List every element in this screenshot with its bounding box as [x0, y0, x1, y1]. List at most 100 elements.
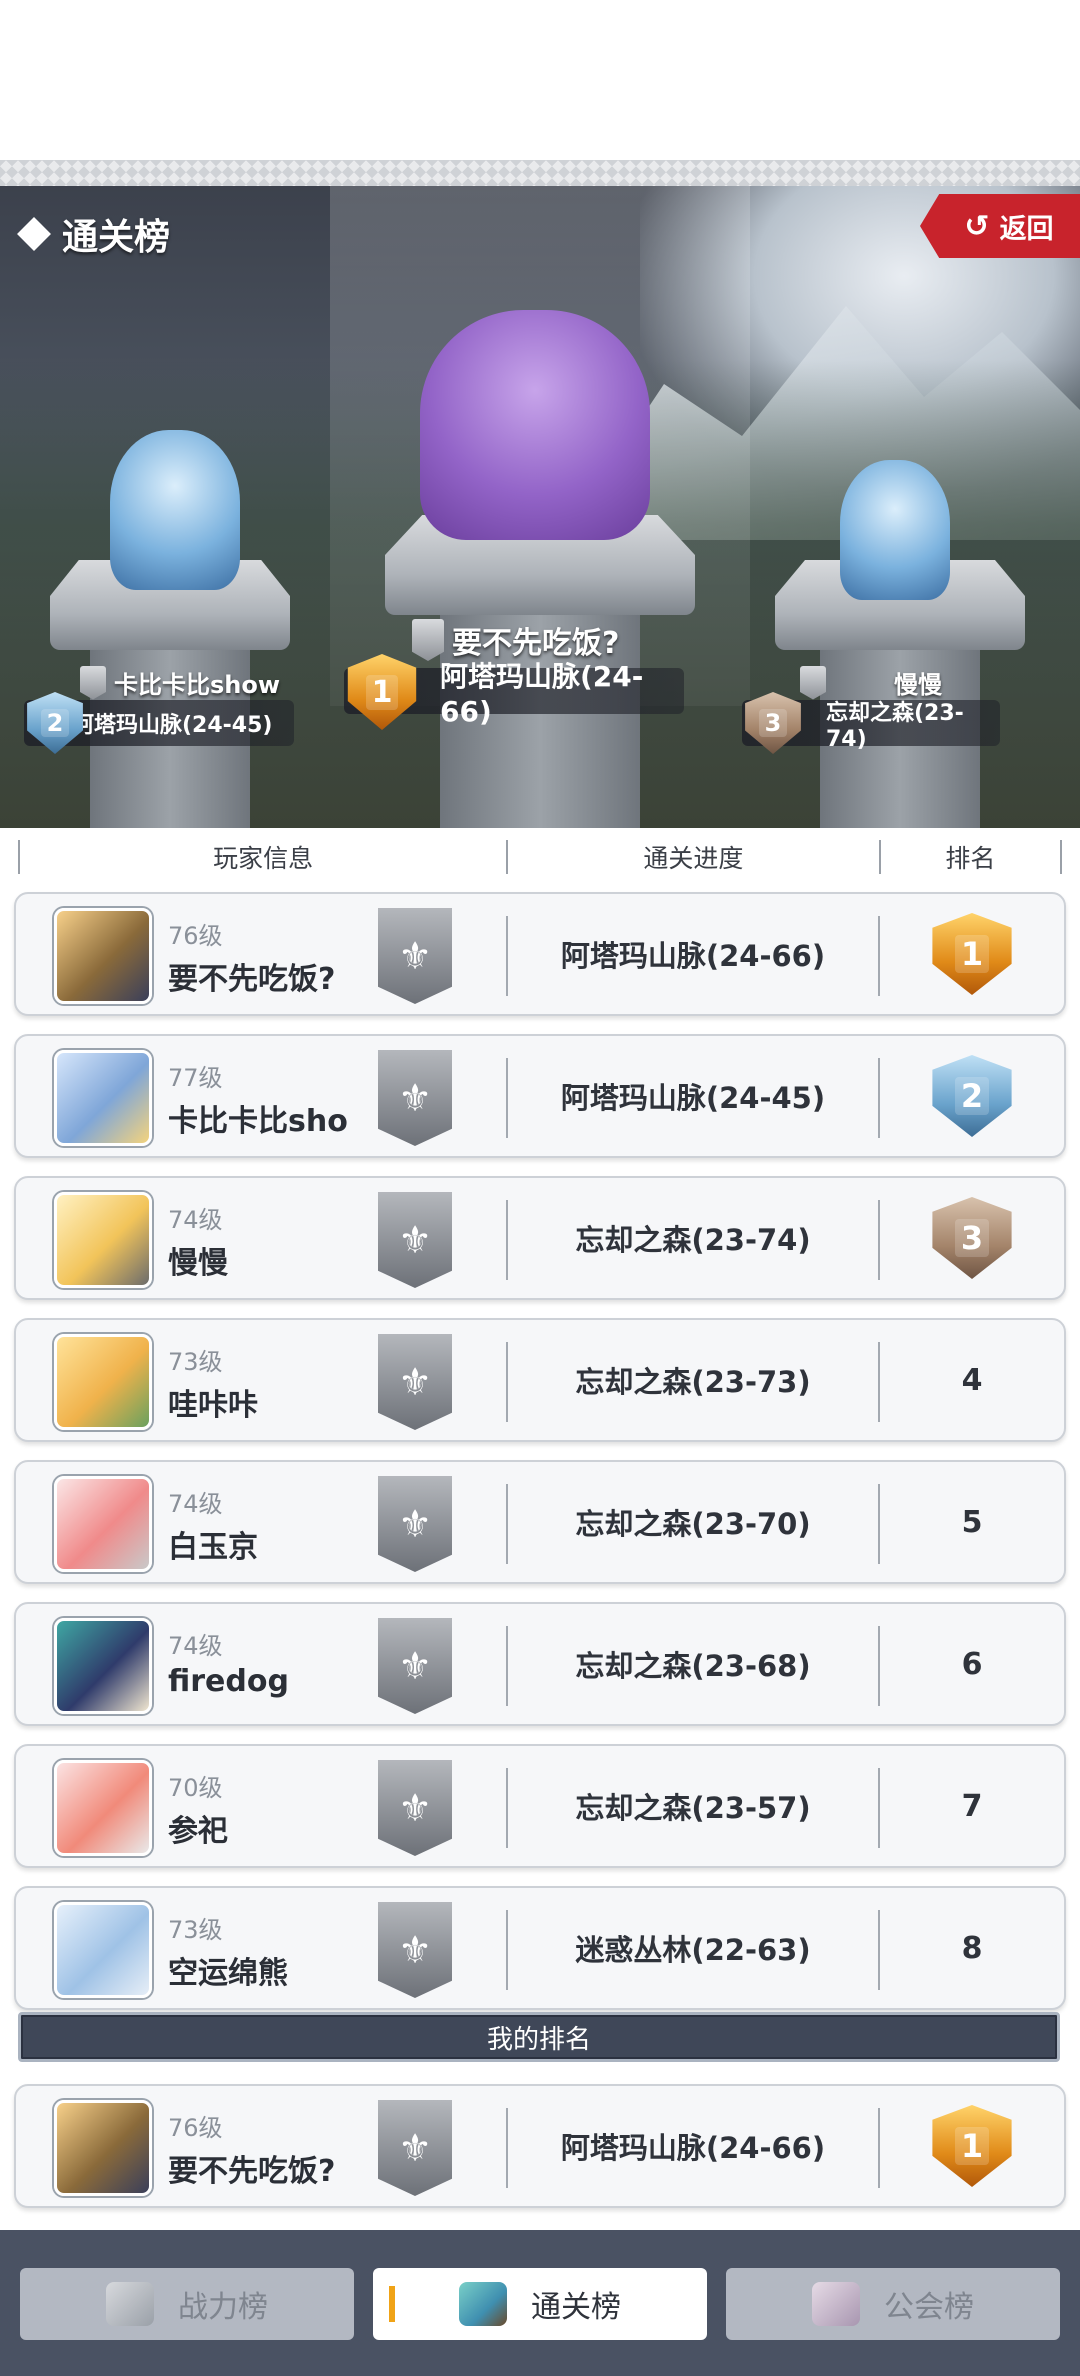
bronze-rank-badge-icon: 3 [932, 1197, 1012, 1279]
clear-progress: 阿塔玛山脉(24-66) [560, 939, 826, 973]
table-row[interactable]: 70级 参祀 ⚜ 忘却之森(23-57) 7 [14, 1744, 1066, 1868]
clear-progress: 阿塔玛山脉(24-45) [560, 1081, 826, 1115]
player-name: 要不先吃饭? [168, 2154, 336, 2189]
first-place-progress: 1 阿塔玛山脉(24-66) [344, 654, 684, 730]
guild-banner-icon: ⚜ [378, 1618, 452, 1714]
guild-banner-icon: ⚜ [378, 2100, 452, 2196]
bottom-tab-bar: 战力榜 通关榜 公会榜 [0, 2230, 1080, 2376]
tab-label: 公会榜 [884, 2290, 974, 2325]
guild-banner-icon: ⚜ [378, 1334, 452, 1430]
clear-progress: 忘却之森(23-68) [575, 1649, 811, 1683]
hero-banner: 通关榜 ↺ 返回 卡比卡比show 2 阿塔玛山脉(24-45) 要不先吃饭? … [0, 160, 1080, 828]
player-level: 76级 [168, 922, 223, 950]
table-row[interactable]: 74级 firedog ⚜ 忘却之森(23-68) 6 [14, 1602, 1066, 1726]
rank-number: 7 [961, 1788, 983, 1824]
rank-number: 8 [961, 1930, 983, 1966]
active-tab-indicator [389, 2286, 395, 2322]
table-row[interactable]: 76级 要不先吃饭? ⚜ 阿塔玛山脉(24-66) 1 [14, 892, 1066, 1016]
page-title: 通关榜 [17, 208, 171, 260]
third-place-character[interactable] [840, 460, 950, 600]
tab-label: 战力榜 [178, 2290, 268, 2325]
avatar[interactable] [54, 1902, 152, 1998]
page-title-text: 通关榜 [62, 217, 171, 258]
player-name: 白玉京 [168, 1530, 258, 1565]
table-row[interactable]: 73级 空运绵熊 ⚜ 迷惑丛林(22-63) 8 [14, 1886, 1066, 2010]
first-place-character[interactable] [420, 310, 650, 540]
player-name: 空运绵熊 [168, 1956, 288, 1991]
avatar[interactable] [54, 1476, 152, 1572]
player-name: 参祀 [168, 1814, 228, 1849]
player-level: 70级 [168, 1774, 223, 1802]
header-rank: 排名 [945, 844, 996, 873]
second-place-progress: 2 阿塔玛山脉(24-45) [24, 692, 294, 754]
guild-banner-icon: ⚜ [378, 1760, 452, 1856]
avatar[interactable] [54, 1760, 152, 1856]
rank-number: 6 [961, 1646, 983, 1682]
table-header: 玩家信息 通关进度 排名 [18, 836, 1063, 878]
avatar[interactable] [54, 1192, 152, 1288]
back-button[interactable]: ↺ 返回 [920, 194, 1080, 258]
player-level: 74级 [168, 1206, 223, 1234]
clear-progress: 忘却之森(23-57) [575, 1791, 811, 1825]
back-button-label: 返回 [999, 213, 1054, 245]
guild-banner-icon: ⚜ [378, 908, 452, 1004]
guild-banner-icon [80, 665, 106, 700]
guild-banner-icon: ⚜ [378, 1902, 452, 1998]
tab-label: 通关榜 [531, 2290, 621, 2325]
guild-banner-icon [800, 665, 826, 700]
player-name: 要不先吃饭? [168, 962, 336, 997]
avatar[interactable] [54, 1050, 152, 1146]
tab-power-ranking[interactable]: 战力榜 [20, 2268, 354, 2340]
island-icon [459, 2282, 507, 2326]
clear-progress: 阿塔玛山脉(24-66) [560, 2131, 826, 2165]
avatar[interactable] [54, 2100, 152, 2196]
rank-number: 5 [961, 1504, 983, 1540]
rank-cell: 3 [880, 1178, 1064, 1298]
my-rank-header: 我的排名 [18, 2012, 1060, 2062]
rank-cell: 2 [880, 1036, 1064, 1156]
guild-banner-icon: ⚜ [378, 1476, 452, 1572]
rank-cell: 1 [880, 894, 1064, 1014]
player-level: 73级 [168, 1348, 223, 1376]
second-place-progress-text: 阿塔玛山脉(24-45) [72, 713, 273, 738]
second-place-name: 卡比卡比show [80, 665, 280, 700]
back-arrow-icon: ↺ [964, 208, 990, 244]
clear-progress: 忘却之森(23-73) [575, 1365, 811, 1399]
rank-cell: 1 [880, 2086, 1064, 2206]
header-player-info: 玩家信息 [213, 844, 314, 873]
second-place-character[interactable] [110, 430, 240, 590]
clear-progress: 忘却之森(23-74) [575, 1223, 811, 1257]
gold-rank-badge-icon: 1 [932, 913, 1012, 995]
tab-clear-ranking[interactable]: 通关榜 [373, 2268, 707, 2340]
guild-banner-icon: ⚜ [378, 1192, 452, 1288]
third-place-progress-text: 忘却之森(23-74) [826, 700, 964, 752]
header-divider [1060, 840, 1063, 874]
first-place-progress-text: 阿塔玛山脉(24-66) [440, 659, 644, 728]
avatar[interactable] [54, 1334, 152, 1430]
banner-top-pattern [0, 160, 1080, 186]
player-level: 76级 [168, 2114, 223, 2142]
guild-banner-icon: ⚜ [378, 1050, 452, 1146]
gold-rank-badge-icon: 1 [932, 2105, 1012, 2187]
diamond-icon [17, 217, 51, 251]
clear-progress: 迷惑丛林(22-63) [575, 1933, 811, 1967]
second-place-name-text: 卡比卡比show [114, 671, 281, 699]
table-row[interactable]: 73级 哇咔咔 ⚜ 忘却之森(23-73) 4 [14, 1318, 1066, 1442]
player-level: 73级 [168, 1916, 223, 1944]
player-name: firedog [168, 1664, 289, 1699]
table-row[interactable]: 77级 卡比卡比sho ⚜ 阿塔玛山脉(24-45) 2 [14, 1034, 1066, 1158]
third-place-progress: 3 忘却之森(23-74) [742, 692, 1000, 754]
silver-rank-badge-icon: 2 [932, 1055, 1012, 1137]
my-rank-row[interactable]: 76级 要不先吃饭? ⚜ 阿塔玛山脉(24-66) 1 [14, 2084, 1066, 2208]
table-row[interactable]: 74级 慢慢 ⚜ 忘却之森(23-74) 3 [14, 1176, 1066, 1300]
header-progress: 通关进度 [643, 844, 744, 873]
tab-guild-ranking[interactable]: 公会榜 [726, 2268, 1060, 2340]
guild-crest-icon [812, 2282, 860, 2326]
avatar[interactable] [54, 1618, 152, 1714]
avatar[interactable] [54, 908, 152, 1004]
clear-progress: 忘却之森(23-70) [575, 1507, 811, 1541]
table-row[interactable]: 74级 白玉京 ⚜ 忘却之森(23-70) 5 [14, 1460, 1066, 1584]
player-level: 74级 [168, 1632, 223, 1660]
player-name: 慢慢 [168, 1246, 228, 1281]
rank-number: 4 [961, 1362, 983, 1398]
